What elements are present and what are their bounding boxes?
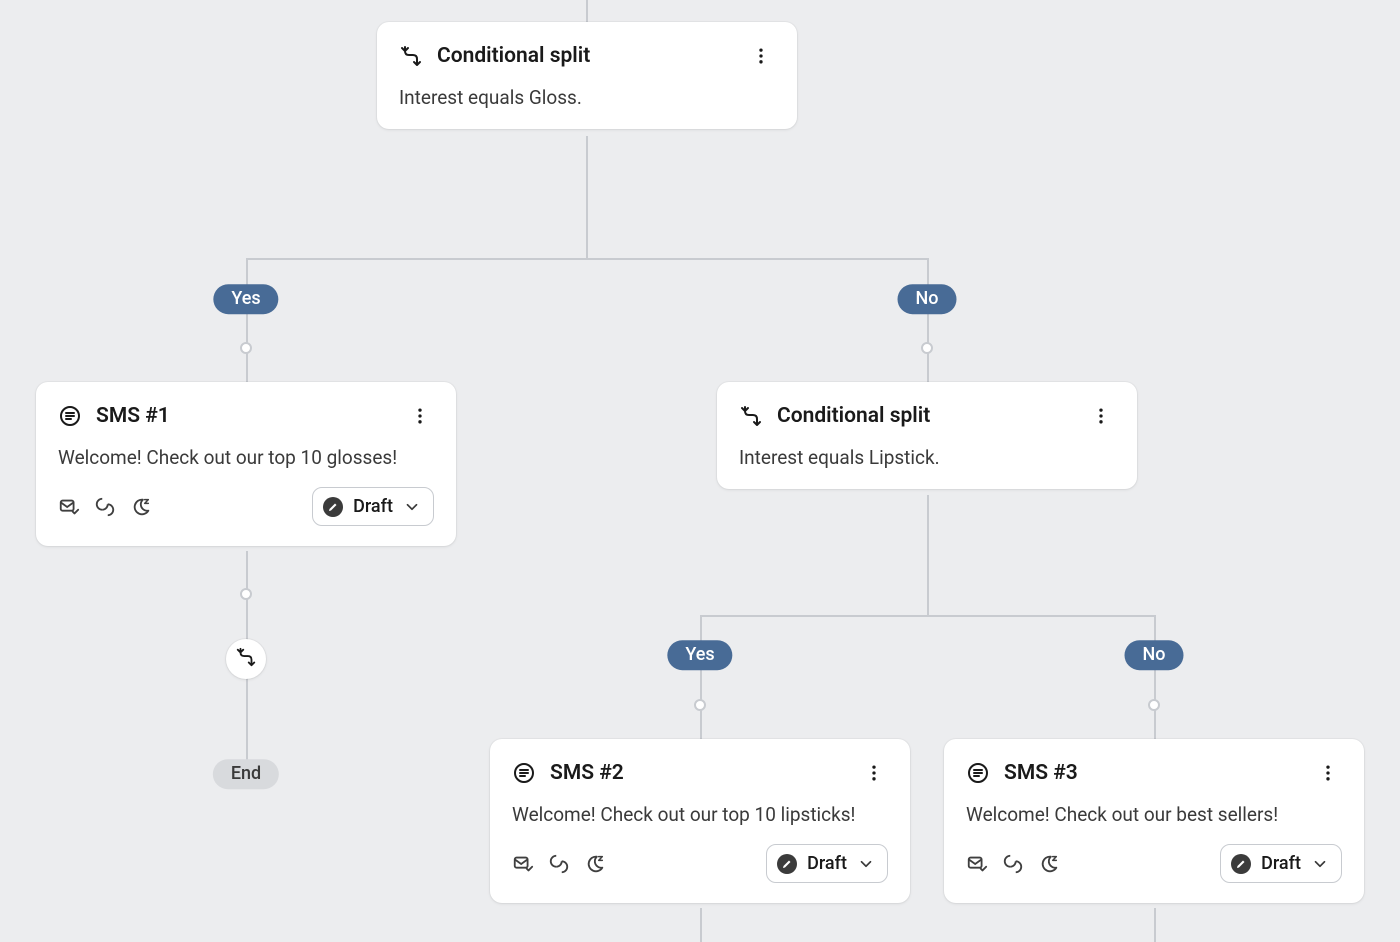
card-body-text: Welcome! Check out our best sellers!: [966, 803, 1342, 826]
quiet-hours-icon: [130, 496, 152, 518]
sms-card[interactable]: SMS #1 Welcome! Check out our top 10 glo…: [36, 382, 456, 546]
chevron-down-icon: [1311, 855, 1329, 873]
status-label: Draft: [353, 496, 393, 517]
status-label: Draft: [1261, 853, 1301, 874]
branch-yes-label: Yes: [231, 288, 260, 309]
draft-status-icon: [777, 854, 797, 874]
branch-yes-label: Yes: [685, 644, 714, 665]
card-body-text: Welcome! Check out our top 10 glosses!: [58, 446, 434, 469]
conditional-split-card[interactable]: Conditional split Interest equals Lipsti…: [717, 382, 1137, 489]
end-pill: End: [213, 759, 279, 789]
sms-icon: [966, 761, 990, 785]
split-icon: [399, 44, 423, 68]
smart-send-icon: [966, 853, 988, 875]
split-icon: [739, 404, 763, 428]
status-label: Draft: [807, 853, 847, 874]
smart-send-icon: [512, 853, 534, 875]
status-dropdown[interactable]: Draft: [766, 844, 888, 883]
sms-card[interactable]: SMS #2 Welcome! Check out our top 10 lip…: [490, 739, 910, 903]
card-menu-button[interactable]: [406, 402, 434, 430]
card-menu-button[interactable]: [747, 42, 775, 70]
card-title: Conditional split: [437, 44, 733, 68]
sms-card[interactable]: SMS #3 Welcome! Check out our best selle…: [944, 739, 1364, 903]
draft-status-icon: [1231, 854, 1251, 874]
branch-no-label: No: [916, 288, 939, 309]
branch-yes-pill: Yes: [213, 284, 278, 314]
card-title: SMS #3: [1004, 761, 1300, 785]
end-label: End: [231, 763, 261, 784]
quiet-hours-icon: [584, 853, 606, 875]
split-icon: [235, 646, 257, 672]
card-title: SMS #1: [96, 404, 392, 428]
card-menu-button[interactable]: [860, 759, 888, 787]
utm-icon: [548, 853, 570, 875]
utm-icon: [94, 496, 116, 518]
card-title: SMS #2: [550, 761, 846, 785]
connector-dot: [240, 588, 252, 600]
add-branch-button[interactable]: [226, 639, 266, 679]
quiet-hours-icon: [1038, 853, 1060, 875]
conditional-split-card[interactable]: Conditional split Interest equals Gloss.: [377, 22, 797, 129]
branch-no-label: No: [1143, 644, 1166, 665]
branch-no-pill: No: [1125, 640, 1184, 670]
card-condition-text: Interest equals Lipstick.: [739, 446, 1115, 469]
connector-dot: [694, 699, 706, 711]
branch-yes-pill: Yes: [667, 640, 732, 670]
connector-dot: [921, 342, 933, 354]
card-title: Conditional split: [777, 404, 1073, 428]
status-dropdown[interactable]: Draft: [1220, 844, 1342, 883]
connector-dot: [240, 342, 252, 354]
card-body-text: Welcome! Check out our top 10 lipsticks!: [512, 803, 888, 826]
sms-icon: [512, 761, 536, 785]
card-condition-text: Interest equals Gloss.: [399, 86, 775, 109]
draft-status-icon: [323, 497, 343, 517]
branch-no-pill: No: [898, 284, 957, 314]
connector-dot: [1148, 699, 1160, 711]
utm-icon: [1002, 853, 1024, 875]
sms-icon: [58, 404, 82, 428]
status-dropdown[interactable]: Draft: [312, 487, 434, 526]
card-menu-button[interactable]: [1314, 759, 1342, 787]
chevron-down-icon: [403, 498, 421, 516]
chevron-down-icon: [857, 855, 875, 873]
smart-send-icon: [58, 496, 80, 518]
card-menu-button[interactable]: [1087, 402, 1115, 430]
